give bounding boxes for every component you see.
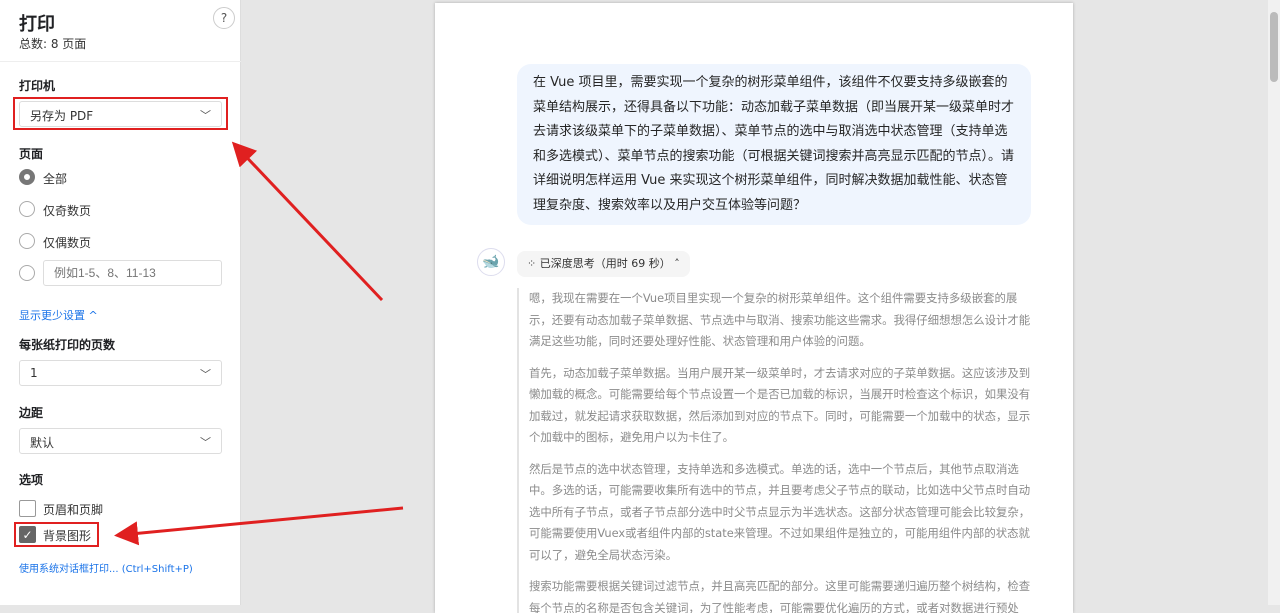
arrow-to-printer — [231, 141, 384, 302]
arrow-to-background-graphics — [114, 506, 404, 546]
annotation-arrows — [114, 141, 404, 546]
